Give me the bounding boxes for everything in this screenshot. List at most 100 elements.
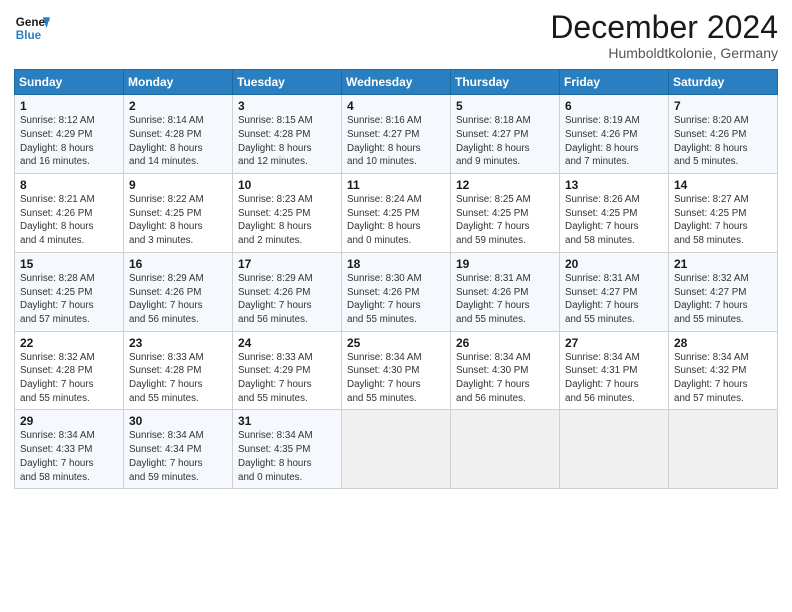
day-number: 31 <box>238 414 336 428</box>
month-title: December 2024 <box>550 10 778 45</box>
calendar: SundayMondayTuesdayWednesdayThursdayFrid… <box>14 69 778 489</box>
day-number: 26 <box>456 336 554 350</box>
day-info: Sunrise: 8:15 AMSunset: 4:28 PMDaylight:… <box>238 114 336 169</box>
day-number: 11 <box>347 178 445 192</box>
calendar-cell: 18Sunrise: 8:30 AMSunset: 4:26 PMDayligh… <box>342 252 451 331</box>
calendar-cell: 5Sunrise: 8:18 AMSunset: 4:27 PMDaylight… <box>451 95 560 174</box>
day-info: Sunrise: 8:29 AMSunset: 4:26 PMDaylight:… <box>129 272 227 327</box>
calendar-cell: 10Sunrise: 8:23 AMSunset: 4:25 PMDayligh… <box>233 174 342 253</box>
calendar-cell: 2Sunrise: 8:14 AMSunset: 4:28 PMDaylight… <box>124 95 233 174</box>
calendar-cell: 23Sunrise: 8:33 AMSunset: 4:28 PMDayligh… <box>124 331 233 410</box>
day-info: Sunrise: 8:22 AMSunset: 4:25 PMDaylight:… <box>129 193 227 248</box>
day-number: 9 <box>129 178 227 192</box>
calendar-cell: 21Sunrise: 8:32 AMSunset: 4:27 PMDayligh… <box>669 252 778 331</box>
day-number: 29 <box>20 414 118 428</box>
day-info: Sunrise: 8:20 AMSunset: 4:26 PMDaylight:… <box>674 114 772 169</box>
svg-text:Blue: Blue <box>16 29 42 42</box>
day-number: 12 <box>456 178 554 192</box>
calendar-cell: 13Sunrise: 8:26 AMSunset: 4:25 PMDayligh… <box>560 174 669 253</box>
calendar-header-sunday: Sunday <box>15 70 124 95</box>
day-info: Sunrise: 8:16 AMSunset: 4:27 PMDaylight:… <box>347 114 445 169</box>
day-info: Sunrise: 8:33 AMSunset: 4:29 PMDaylight:… <box>238 351 336 406</box>
calendar-cell: 7Sunrise: 8:20 AMSunset: 4:26 PMDaylight… <box>669 95 778 174</box>
calendar-cell <box>451 410 560 489</box>
header: General Blue December 2024 Humboldtkolon… <box>14 10 778 61</box>
day-number: 2 <box>129 99 227 113</box>
calendar-cell: 12Sunrise: 8:25 AMSunset: 4:25 PMDayligh… <box>451 174 560 253</box>
day-info: Sunrise: 8:25 AMSunset: 4:25 PMDaylight:… <box>456 193 554 248</box>
calendar-cell: 8Sunrise: 8:21 AMSunset: 4:26 PMDaylight… <box>15 174 124 253</box>
calendar-header-thursday: Thursday <box>451 70 560 95</box>
calendar-header-wednesday: Wednesday <box>342 70 451 95</box>
day-number: 6 <box>565 99 663 113</box>
calendar-cell: 1Sunrise: 8:12 AMSunset: 4:29 PMDaylight… <box>15 95 124 174</box>
day-number: 8 <box>20 178 118 192</box>
calendar-header-tuesday: Tuesday <box>233 70 342 95</box>
day-number: 24 <box>238 336 336 350</box>
day-info: Sunrise: 8:21 AMSunset: 4:26 PMDaylight:… <box>20 193 118 248</box>
calendar-cell: 26Sunrise: 8:34 AMSunset: 4:30 PMDayligh… <box>451 331 560 410</box>
day-info: Sunrise: 8:24 AMSunset: 4:25 PMDaylight:… <box>347 193 445 248</box>
day-info: Sunrise: 8:14 AMSunset: 4:28 PMDaylight:… <box>129 114 227 169</box>
day-info: Sunrise: 8:18 AMSunset: 4:27 PMDaylight:… <box>456 114 554 169</box>
calendar-week-3: 15Sunrise: 8:28 AMSunset: 4:25 PMDayligh… <box>15 252 778 331</box>
calendar-cell <box>342 410 451 489</box>
calendar-cell: 4Sunrise: 8:16 AMSunset: 4:27 PMDaylight… <box>342 95 451 174</box>
calendar-week-2: 8Sunrise: 8:21 AMSunset: 4:26 PMDaylight… <box>15 174 778 253</box>
logo: General Blue <box>14 10 54 46</box>
calendar-header-saturday: Saturday <box>669 70 778 95</box>
day-info: Sunrise: 8:34 AMSunset: 4:32 PMDaylight:… <box>674 351 772 406</box>
day-info: Sunrise: 8:28 AMSunset: 4:25 PMDaylight:… <box>20 272 118 327</box>
logo-icon: General Blue <box>14 10 50 46</box>
calendar-cell: 24Sunrise: 8:33 AMSunset: 4:29 PMDayligh… <box>233 331 342 410</box>
calendar-header-row: SundayMondayTuesdayWednesdayThursdayFrid… <box>15 70 778 95</box>
day-info: Sunrise: 8:34 AMSunset: 4:33 PMDaylight:… <box>20 429 118 484</box>
day-number: 7 <box>674 99 772 113</box>
day-number: 20 <box>565 257 663 271</box>
calendar-cell: 15Sunrise: 8:28 AMSunset: 4:25 PMDayligh… <box>15 252 124 331</box>
calendar-cell: 30Sunrise: 8:34 AMSunset: 4:34 PMDayligh… <box>124 410 233 489</box>
calendar-cell: 27Sunrise: 8:34 AMSunset: 4:31 PMDayligh… <box>560 331 669 410</box>
calendar-cell: 20Sunrise: 8:31 AMSunset: 4:27 PMDayligh… <box>560 252 669 331</box>
day-info: Sunrise: 8:26 AMSunset: 4:25 PMDaylight:… <box>565 193 663 248</box>
calendar-cell: 9Sunrise: 8:22 AMSunset: 4:25 PMDaylight… <box>124 174 233 253</box>
day-number: 27 <box>565 336 663 350</box>
calendar-cell: 16Sunrise: 8:29 AMSunset: 4:26 PMDayligh… <box>124 252 233 331</box>
day-info: Sunrise: 8:31 AMSunset: 4:26 PMDaylight:… <box>456 272 554 327</box>
day-number: 15 <box>20 257 118 271</box>
day-number: 14 <box>674 178 772 192</box>
title-block: December 2024 Humboldtkolonie, Germany <box>550 10 778 61</box>
day-info: Sunrise: 8:29 AMSunset: 4:26 PMDaylight:… <box>238 272 336 327</box>
calendar-cell: 25Sunrise: 8:34 AMSunset: 4:30 PMDayligh… <box>342 331 451 410</box>
day-number: 22 <box>20 336 118 350</box>
day-number: 19 <box>456 257 554 271</box>
calendar-cell: 11Sunrise: 8:24 AMSunset: 4:25 PMDayligh… <box>342 174 451 253</box>
calendar-week-5: 29Sunrise: 8:34 AMSunset: 4:33 PMDayligh… <box>15 410 778 489</box>
day-number: 28 <box>674 336 772 350</box>
day-number: 3 <box>238 99 336 113</box>
day-info: Sunrise: 8:23 AMSunset: 4:25 PMDaylight:… <box>238 193 336 248</box>
day-number: 21 <box>674 257 772 271</box>
day-info: Sunrise: 8:32 AMSunset: 4:28 PMDaylight:… <box>20 351 118 406</box>
day-info: Sunrise: 8:34 AMSunset: 4:35 PMDaylight:… <box>238 429 336 484</box>
calendar-cell <box>669 410 778 489</box>
page: General Blue December 2024 Humboldtkolon… <box>0 0 792 612</box>
calendar-cell: 31Sunrise: 8:34 AMSunset: 4:35 PMDayligh… <box>233 410 342 489</box>
calendar-cell: 17Sunrise: 8:29 AMSunset: 4:26 PMDayligh… <box>233 252 342 331</box>
day-info: Sunrise: 8:34 AMSunset: 4:34 PMDaylight:… <box>129 429 227 484</box>
calendar-cell: 6Sunrise: 8:19 AMSunset: 4:26 PMDaylight… <box>560 95 669 174</box>
calendar-cell: 14Sunrise: 8:27 AMSunset: 4:25 PMDayligh… <box>669 174 778 253</box>
calendar-cell <box>560 410 669 489</box>
day-info: Sunrise: 8:12 AMSunset: 4:29 PMDaylight:… <box>20 114 118 169</box>
day-info: Sunrise: 8:34 AMSunset: 4:31 PMDaylight:… <box>565 351 663 406</box>
day-number: 18 <box>347 257 445 271</box>
day-info: Sunrise: 8:27 AMSunset: 4:25 PMDaylight:… <box>674 193 772 248</box>
day-number: 16 <box>129 257 227 271</box>
calendar-cell: 19Sunrise: 8:31 AMSunset: 4:26 PMDayligh… <box>451 252 560 331</box>
day-info: Sunrise: 8:32 AMSunset: 4:27 PMDaylight:… <box>674 272 772 327</box>
calendar-cell: 28Sunrise: 8:34 AMSunset: 4:32 PMDayligh… <box>669 331 778 410</box>
calendar-header-monday: Monday <box>124 70 233 95</box>
day-number: 17 <box>238 257 336 271</box>
location: Humboldtkolonie, Germany <box>550 45 778 61</box>
day-info: Sunrise: 8:34 AMSunset: 4:30 PMDaylight:… <box>456 351 554 406</box>
